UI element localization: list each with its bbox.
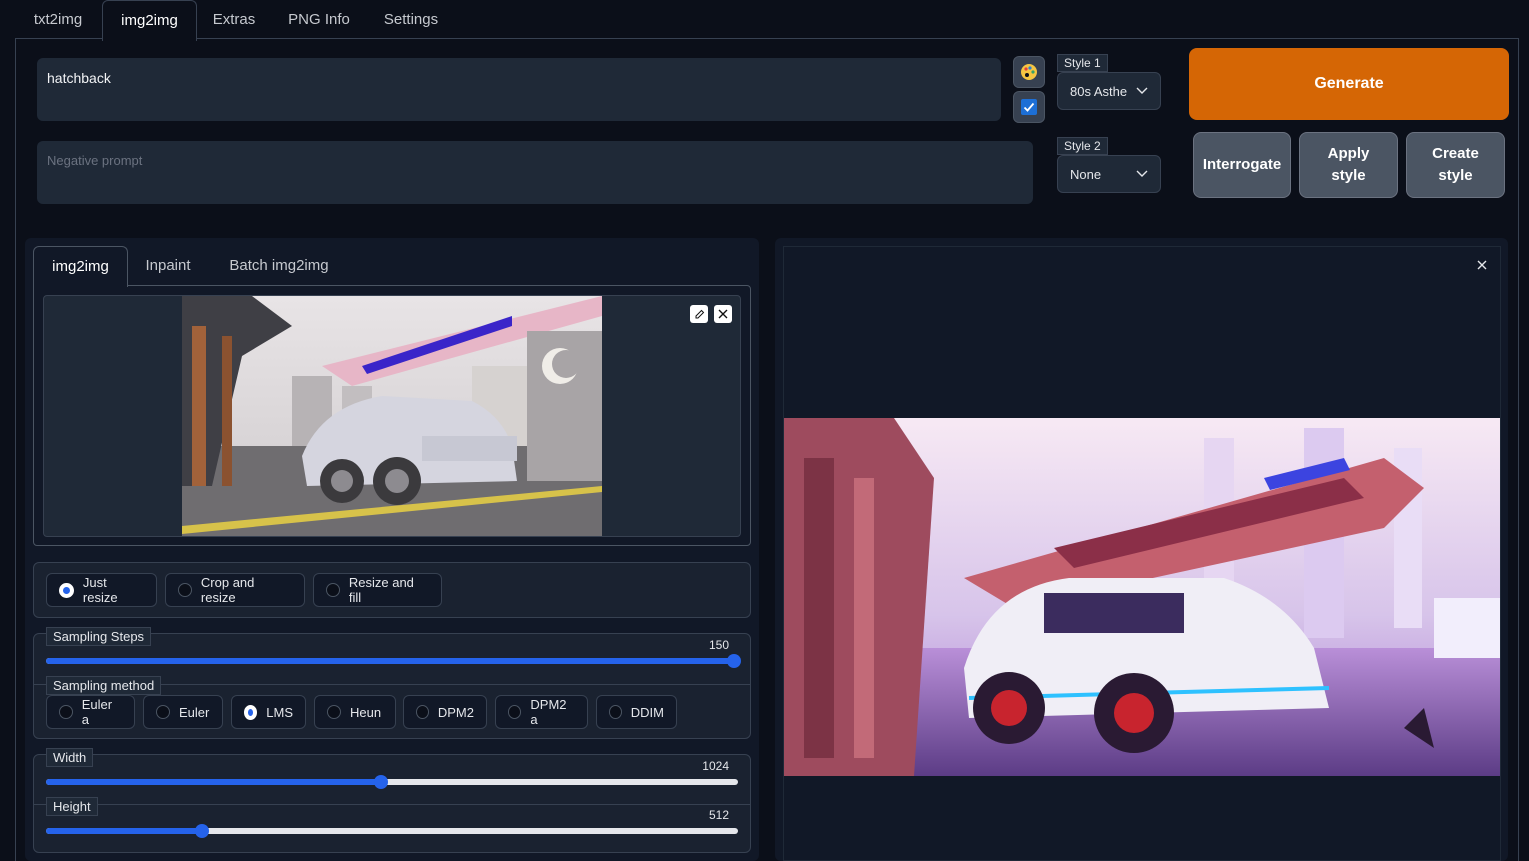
source-image xyxy=(182,296,602,536)
checkbox-button[interactable] xyxy=(1013,91,1045,123)
interrogate-button[interactable]: Interrogate xyxy=(1193,132,1291,198)
sampler-heun[interactable]: Heun xyxy=(314,695,396,729)
palette-button[interactable] xyxy=(1013,56,1045,88)
slider-fill xyxy=(46,779,381,785)
chevron-down-icon xyxy=(1136,170,1148,177)
apply-style-label: Apply style xyxy=(1327,145,1370,184)
dimensions-group: Width 1024 Height 512 xyxy=(33,748,751,853)
subtab-inpaint[interactable]: Inpaint xyxy=(133,246,203,284)
generate-button[interactable]: Generate xyxy=(1189,48,1509,120)
sampler-label: LMS xyxy=(266,704,293,720)
palette-icon xyxy=(1021,64,1037,80)
resize-just-resize[interactable]: Just resize xyxy=(46,573,157,607)
create-style-button[interactable]: Create style xyxy=(1406,132,1505,198)
sampler-euler[interactable]: Euler xyxy=(143,695,223,729)
resize-and-fill[interactable]: Resize and fill xyxy=(313,573,442,607)
sampler-label: Euler xyxy=(179,704,210,720)
slider-thumb[interactable] xyxy=(373,775,388,789)
close-output-button[interactable] xyxy=(1474,257,1490,273)
resize-option-label: Just resize xyxy=(82,575,118,605)
pencil-icon xyxy=(695,309,704,318)
tab-settings[interactable]: Settings xyxy=(368,0,454,38)
create-style-label: Create style xyxy=(1432,145,1479,184)
style2-label: Style 2 xyxy=(1057,137,1108,155)
slider-fill xyxy=(46,658,734,664)
tab-png-info[interactable]: PNG Info xyxy=(272,0,366,38)
sampler-label: DDIM xyxy=(630,704,664,720)
apply-style-button[interactable]: Apply style xyxy=(1299,132,1398,198)
image-input-area[interactable] xyxy=(43,295,741,537)
radio-dot xyxy=(609,705,622,719)
resize-option-label: Crop and resize xyxy=(200,575,255,605)
sampling-steps-slider[interactable] xyxy=(46,654,741,668)
height-label: Height xyxy=(46,797,98,816)
divider xyxy=(34,804,750,805)
resize-option-label: Resize and fill xyxy=(348,575,414,605)
style1-select[interactable]: 80s Asthe xyxy=(1057,72,1161,110)
resize-mode-group: Just resize Crop and resize Resize and f… xyxy=(33,562,751,618)
image-input-frame xyxy=(33,285,751,546)
output-gallery xyxy=(783,246,1501,861)
style1-value: 80s Asthe xyxy=(1070,83,1128,99)
sampling-steps-label: Sampling Steps xyxy=(46,627,152,646)
slider-fill xyxy=(46,828,203,834)
sampler-label: DPM2 xyxy=(437,704,474,720)
sampler-label: Euler a xyxy=(81,697,113,727)
sampling-steps-value: 150 xyxy=(708,638,729,652)
sampler-lms[interactable]: LMS xyxy=(231,695,306,729)
left-panel: img2img Inpaint Batch img2img Just resiz… xyxy=(25,238,759,861)
height-value: 512 xyxy=(708,808,729,822)
sampler-euler-a[interactable]: Euler a xyxy=(46,695,135,729)
sampler-dpm2-a[interactable]: DPM2 a xyxy=(495,695,588,729)
resize-crop-and-resize[interactable]: Crop and resize xyxy=(165,573,305,607)
radio-dot xyxy=(156,705,170,719)
sampler-dpm2[interactable]: DPM2 xyxy=(403,695,487,729)
tab-extras[interactable]: Extras xyxy=(198,0,270,38)
radio-dot xyxy=(244,704,258,720)
radio-dot xyxy=(416,705,429,719)
radio-dot xyxy=(59,582,74,598)
height-slider[interactable] xyxy=(46,824,738,838)
chevron-down-icon xyxy=(1136,87,1148,94)
subtab-batch-img2img[interactable]: Batch img2img xyxy=(215,246,343,284)
width-slider[interactable] xyxy=(46,775,738,789)
sampling-method-label: Sampling method xyxy=(46,676,162,695)
output-panel xyxy=(775,238,1508,861)
checkbox-icon xyxy=(1021,99,1037,115)
width-label: Width xyxy=(46,748,94,767)
output-image[interactable] xyxy=(784,418,1500,776)
tab-txt2img[interactable]: txt2img xyxy=(15,0,101,38)
sampler-ddim[interactable]: DDIM xyxy=(596,695,677,729)
negative-prompt-input[interactable]: Negative prompt xyxy=(37,141,1033,204)
style2-select[interactable]: None xyxy=(1057,155,1161,193)
slider-thumb[interactable] xyxy=(727,654,741,668)
close-icon xyxy=(1477,260,1487,270)
radio-dot xyxy=(326,583,340,597)
style2-value: None xyxy=(1070,166,1102,182)
subtab-img2img[interactable]: img2img xyxy=(33,246,128,287)
clear-image-button[interactable] xyxy=(714,305,732,323)
radio-dot xyxy=(327,705,341,719)
sampler-label: DPM2 a xyxy=(530,697,567,727)
edit-image-button[interactable] xyxy=(690,305,708,323)
slider-thumb[interactable] xyxy=(195,824,210,838)
radio-dot xyxy=(59,705,73,719)
sampler-label: Heun xyxy=(350,704,382,720)
style1-label: Style 1 xyxy=(1057,54,1108,72)
close-icon xyxy=(718,309,728,319)
width-value: 1024 xyxy=(702,759,729,773)
sampling-group: Sampling Steps 150 Sampling method Euler… xyxy=(33,627,751,739)
radio-dot xyxy=(508,705,522,719)
prompt-input[interactable]: hatchback xyxy=(37,58,1001,121)
radio-dot xyxy=(178,583,192,597)
tab-img2img[interactable]: img2img xyxy=(102,0,197,41)
